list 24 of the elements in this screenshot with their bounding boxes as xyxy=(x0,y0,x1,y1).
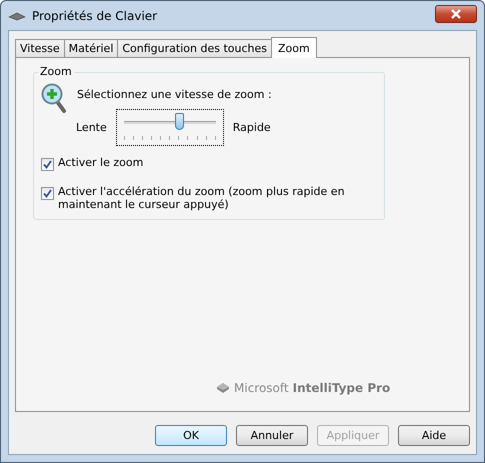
checkbox-label: Activer l'accélération du zoom (zoom plus rapide en maintenant le curseur appuyé) xyxy=(58,185,346,211)
brand-company: Microsoft xyxy=(234,381,289,395)
keyboard-icon xyxy=(8,10,26,20)
checkbox-label: Activer le zoom xyxy=(58,156,144,169)
min-label: Lente xyxy=(76,121,107,134)
brand-product: IntelliType Pro xyxy=(292,381,390,395)
dialog-button[interactable]: Annuler xyxy=(236,425,308,446)
checkbox[interactable] xyxy=(41,158,54,171)
tab[interactable]: Matériel xyxy=(64,39,118,57)
speed-slider[interactable] xyxy=(116,109,224,146)
max-label: Rapide xyxy=(232,121,271,134)
tab[interactable]: Zoom xyxy=(270,37,317,58)
group-title: Zoom xyxy=(38,65,74,78)
prompt-label: Sélectionnez une vitesse de zoom : xyxy=(77,88,272,101)
zoom-in-icon xyxy=(41,83,67,113)
dialog-button[interactable]: Aide xyxy=(398,425,470,446)
dialog-button[interactable]: OK xyxy=(155,425,227,446)
tab[interactable]: Vitesse xyxy=(15,39,65,57)
checkbox[interactable] xyxy=(41,187,54,200)
tab[interactable]: Configuration des touches xyxy=(117,39,272,57)
close-icon xyxy=(450,8,462,18)
logo-icon xyxy=(216,382,230,394)
close-button[interactable] xyxy=(435,4,477,22)
window-title: Propriétés de Clavier xyxy=(32,8,158,22)
